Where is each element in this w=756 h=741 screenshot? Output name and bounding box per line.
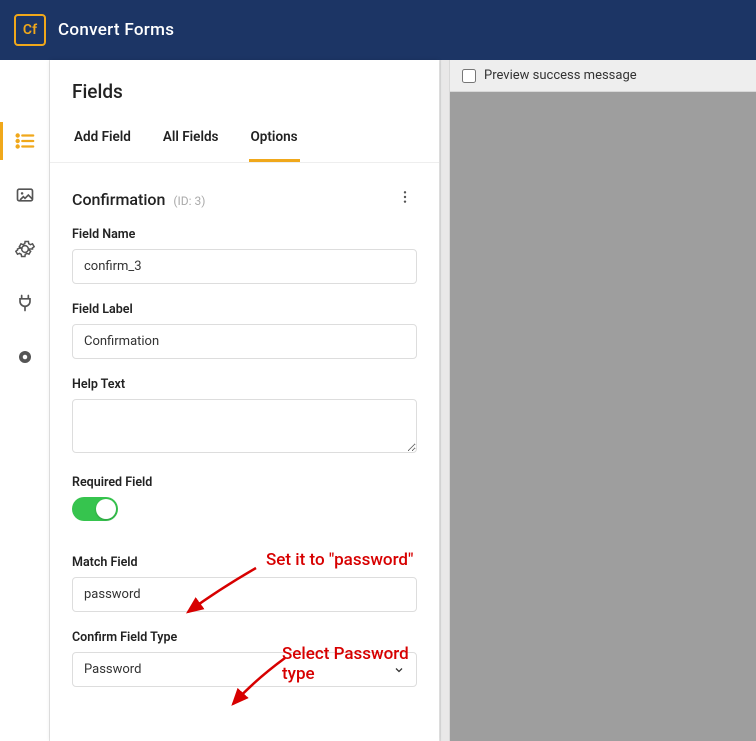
topbar: Cf Convert Forms xyxy=(0,0,756,60)
confirm-type-select[interactable]: Password xyxy=(72,652,417,687)
field-name-label: Field Name xyxy=(72,227,417,242)
match-field-input[interactable] xyxy=(72,577,417,612)
field-section-header: Confirmation (ID: 3) xyxy=(50,163,439,223)
field-label-input[interactable] xyxy=(72,324,417,359)
preview-pane: Preview success message xyxy=(450,60,756,741)
required-toggle[interactable] xyxy=(72,497,118,521)
rail-disc-icon[interactable] xyxy=(14,346,36,368)
match-field-label: Match Field xyxy=(72,555,417,570)
rail-image-icon[interactable] xyxy=(14,184,36,206)
fields-panel: Fields Add Field All Fields Options Conf… xyxy=(50,60,440,741)
preview-toolbar: Preview success message xyxy=(450,60,756,92)
field-label-label: Field Label xyxy=(72,302,417,317)
rail-fields-icon[interactable] xyxy=(14,130,36,152)
required-label: Required Field xyxy=(72,475,417,490)
preview-success-checkbox[interactable] xyxy=(462,69,476,83)
preview-success-label: Preview success message xyxy=(484,68,637,83)
tab-all-fields[interactable]: All Fields xyxy=(161,115,221,162)
help-text-label: Help Text xyxy=(72,377,417,392)
toggle-knob xyxy=(96,499,116,519)
field-title: Confirmation xyxy=(72,190,165,209)
tab-add-field[interactable]: Add Field xyxy=(72,115,133,162)
app-logo: Cf xyxy=(14,14,46,46)
field-form: Field Name Field Label Help Text Require… xyxy=(50,223,439,727)
workspace: Fields Add Field All Fields Options Conf… xyxy=(0,60,756,741)
confirm-type-label: Confirm Field Type xyxy=(72,630,417,645)
field-name-input[interactable] xyxy=(72,249,417,284)
icon-rail xyxy=(0,60,50,741)
app-title: Convert Forms xyxy=(58,20,174,40)
field-id: (ID: 3) xyxy=(173,194,205,208)
confirm-type-value: Password xyxy=(84,662,141,677)
field-section-title: Confirmation (ID: 3) xyxy=(72,190,205,209)
rail-gear-icon[interactable] xyxy=(14,238,36,260)
tab-options[interactable]: Options xyxy=(249,115,300,162)
panel-splitter[interactable] xyxy=(440,60,450,741)
more-menu-icon[interactable] xyxy=(393,185,417,213)
rail-plug-icon[interactable] xyxy=(14,292,36,314)
help-text-input[interactable] xyxy=(72,399,417,453)
panel-heading: Fields xyxy=(50,60,439,115)
panel-tabs: Add Field All Fields Options xyxy=(50,115,439,163)
logo-text: Cf xyxy=(23,22,37,38)
chevron-down-icon xyxy=(393,664,405,676)
